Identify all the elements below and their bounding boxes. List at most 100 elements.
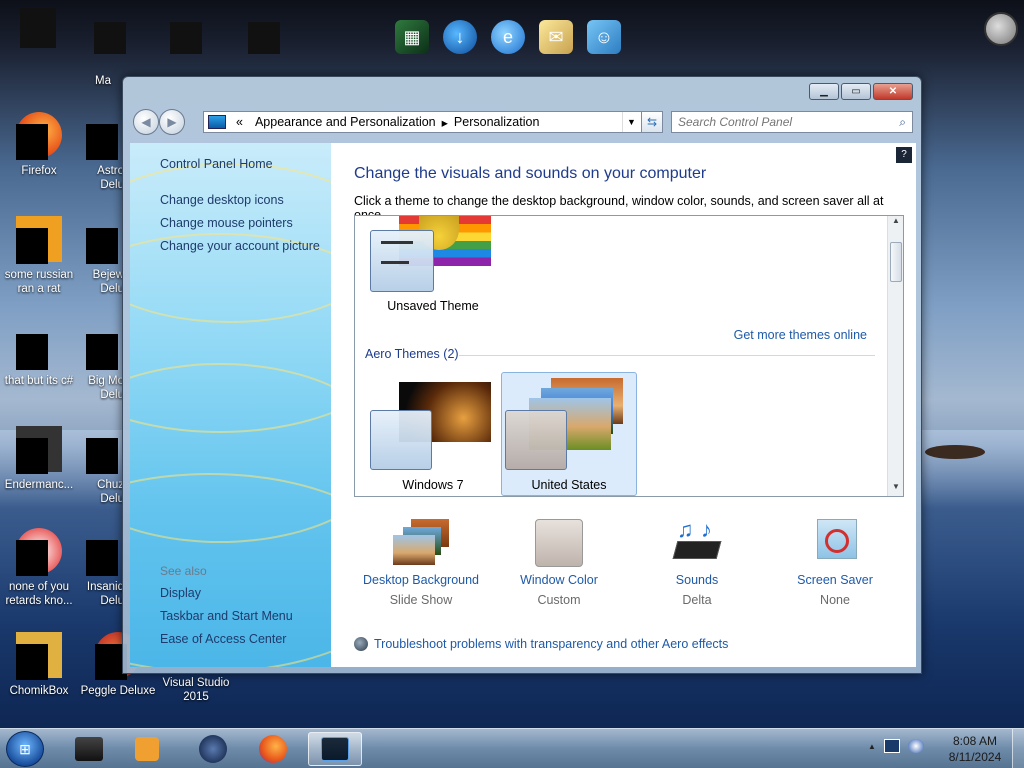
desktop-icon-bejeweled[interactable]: Bejew Delu bbox=[80, 216, 124, 296]
theme-list: Unsaved Theme Get more themes online Aer… bbox=[354, 215, 904, 497]
theme-list-scrollbar[interactable]: ▲ ▼ bbox=[887, 216, 903, 496]
desktop-icon-none[interactable]: none of you retards kno... bbox=[0, 528, 78, 608]
app-icon bbox=[86, 216, 118, 264]
minimize-button[interactable]: ▁ bbox=[809, 83, 839, 100]
sounds-option[interactable]: ♫ ♪ Sounds Delta bbox=[637, 517, 757, 607]
desktop-icon-label: Firefox bbox=[21, 165, 57, 177]
desktop-icon-label: Ma bbox=[95, 75, 111, 87]
window-color-icon bbox=[529, 517, 589, 567]
breadcrumb-appearance[interactable]: Appearance and Personalization bbox=[249, 115, 442, 129]
window-color-option[interactable]: Window Color Custom bbox=[499, 517, 619, 607]
music-note: ♫ bbox=[677, 517, 694, 542]
show-desktop-button[interactable] bbox=[1012, 729, 1024, 768]
back-button[interactable]: ◀ bbox=[133, 109, 159, 135]
desktop-icon-astro[interactable]: Astro Delu bbox=[80, 112, 124, 192]
page-title: Change the visuals and sounds on your co… bbox=[354, 165, 707, 182]
sounds-label[interactable]: Sounds bbox=[637, 573, 757, 587]
taskbar: ⊞ ▲ 8:08 AM 8/11/2024 bbox=[0, 728, 1024, 768]
desktop-icon-insaniquarium[interactable]: Insaniq Delu bbox=[80, 528, 124, 608]
us-theme-label[interactable]: United States bbox=[511, 478, 627, 492]
address-bar[interactable]: « Appearance and Personalization ▸ Perso… bbox=[203, 111, 663, 133]
taskbar-app-button[interactable] bbox=[62, 732, 116, 766]
search-icon[interactable]: ⌕ bbox=[899, 115, 906, 130]
taskbar-media-player-button[interactable] bbox=[120, 732, 174, 766]
window-color-label[interactable]: Window Color bbox=[499, 573, 619, 587]
app-icon bbox=[86, 112, 118, 160]
magnifier-icon[interactable] bbox=[984, 12, 1018, 46]
address-dropdown[interactable]: ▼ bbox=[622, 112, 640, 132]
change-desktop-icons-link[interactable]: Change desktop icons bbox=[160, 193, 284, 207]
desktop-background-option[interactable]: Desktop Background Slide Show bbox=[361, 517, 481, 607]
desktop-icon-label: Astro Delu bbox=[97, 165, 124, 191]
desktop-icon-bigmoney[interactable]: Big Mo Delu bbox=[80, 322, 124, 402]
search-input[interactable] bbox=[678, 115, 900, 129]
redaction-box bbox=[94, 22, 126, 54]
redaction-box bbox=[16, 334, 48, 370]
desktop-icon-firefox[interactable]: Firefox bbox=[0, 112, 78, 178]
main-content-pane: ? Change the visuals and sounds on your … bbox=[331, 143, 916, 667]
window-controls: ▁ ▭ ✕ bbox=[809, 83, 913, 100]
desktop-icon-rat[interactable]: some russian ran a rat bbox=[0, 216, 78, 296]
screen-saver-label[interactable]: Screen Saver bbox=[775, 573, 895, 587]
internet-explorer-icon[interactable]: e bbox=[491, 20, 525, 54]
taskbar-control-panel-button[interactable] bbox=[308, 732, 362, 766]
scroll-thumb[interactable] bbox=[890, 242, 902, 282]
get-more-themes-link[interactable]: Get more themes online bbox=[734, 328, 867, 342]
desktop-background-value: Slide Show bbox=[389, 593, 453, 607]
taskbar-start-menu-link[interactable]: Taskbar and Start Menu bbox=[160, 609, 293, 623]
network-icon[interactable] bbox=[907, 739, 924, 753]
show-hidden-icons-arrow[interactable]: ▲ bbox=[868, 742, 876, 751]
help-icon[interactable]: ? bbox=[896, 147, 912, 163]
troubleshoot-link[interactable]: Troubleshoot problems with transparency … bbox=[354, 637, 728, 651]
scroll-down-arrow[interactable]: ▼ bbox=[888, 482, 903, 496]
control-panel-icon bbox=[208, 115, 226, 129]
redaction-box bbox=[170, 22, 202, 54]
photo-stack-front bbox=[393, 535, 435, 565]
clock-time: 8:08 AM bbox=[952, 734, 998, 748]
scroll-up-arrow[interactable]: ▲ bbox=[888, 216, 903, 230]
piano-keyboard bbox=[672, 541, 722, 559]
search-box[interactable]: ⌕ bbox=[671, 111, 913, 133]
redaction-box bbox=[86, 334, 118, 370]
display-link[interactable]: Display bbox=[160, 586, 201, 600]
desktop-background-icon bbox=[391, 517, 451, 567]
maximize-button[interactable]: ▭ bbox=[841, 83, 871, 100]
desktop-icon-label: ChomikBox bbox=[9, 685, 69, 697]
change-mouse-pointers-link[interactable]: Change mouse pointers bbox=[160, 216, 293, 230]
troubleshoot-label[interactable]: Troubleshoot problems with transparency … bbox=[374, 637, 728, 651]
globe-app-icon bbox=[199, 735, 227, 763]
clock[interactable]: 8:08 AM 8/11/2024 bbox=[940, 733, 1010, 765]
start-button[interactable]: ⊞ bbox=[6, 731, 44, 767]
breadcrumb-chevron[interactable]: « bbox=[230, 115, 249, 129]
taskbar-firefox-button[interactable] bbox=[246, 732, 300, 766]
change-account-picture-link[interactable]: Change your account picture bbox=[160, 239, 320, 253]
action-center-icon[interactable] bbox=[883, 739, 900, 753]
desktop-icon-enderman[interactable]: Endermanc... bbox=[0, 426, 78, 492]
windows7-theme-label[interactable]: Windows 7 bbox=[375, 478, 491, 492]
breadcrumb-personalization[interactable]: Personalization bbox=[448, 115, 545, 129]
desktop-icon-visual-studio[interactable]: Visual Studio 2015 bbox=[156, 676, 236, 704]
desktop-background-label[interactable]: Desktop Background bbox=[361, 573, 481, 587]
people-icon[interactable]: ☺ bbox=[587, 20, 621, 54]
desktop-icon[interactable]: Ma bbox=[78, 74, 128, 88]
forward-button[interactable]: ▶ bbox=[159, 109, 185, 135]
preview-line bbox=[381, 261, 409, 264]
control-panel-home-link[interactable]: Control Panel Home bbox=[160, 157, 273, 171]
unsaved-theme-label[interactable]: Unsaved Theme bbox=[375, 299, 491, 313]
desktop-icon-label: Endermanc... bbox=[4, 479, 74, 491]
desktop-icon-chomikbox[interactable]: ChomikBox bbox=[0, 632, 78, 698]
screen-saver-option[interactable]: Screen Saver None bbox=[775, 517, 895, 607]
spreadsheet-app-icon[interactable]: ▦ bbox=[395, 20, 429, 54]
desktop-icon-chuzzle[interactable]: Chuz Delu bbox=[80, 426, 124, 506]
app-icon bbox=[16, 528, 62, 576]
download-globe-icon[interactable]: ↓ bbox=[443, 20, 477, 54]
desktop-icon-label: Chuz Delu bbox=[97, 479, 124, 505]
desktop-icon-csharp[interactable]: that but its c# bbox=[0, 322, 78, 388]
taskbar-app-button[interactable] bbox=[186, 732, 240, 766]
app-icon bbox=[16, 216, 62, 264]
mail-icon[interactable]: ✉ bbox=[539, 20, 573, 54]
troubleshoot-icon bbox=[354, 637, 368, 651]
refresh-button[interactable]: ⇆ bbox=[641, 111, 663, 133]
ease-of-access-link[interactable]: Ease of Access Center bbox=[160, 632, 286, 646]
close-button[interactable]: ✕ bbox=[873, 83, 913, 100]
